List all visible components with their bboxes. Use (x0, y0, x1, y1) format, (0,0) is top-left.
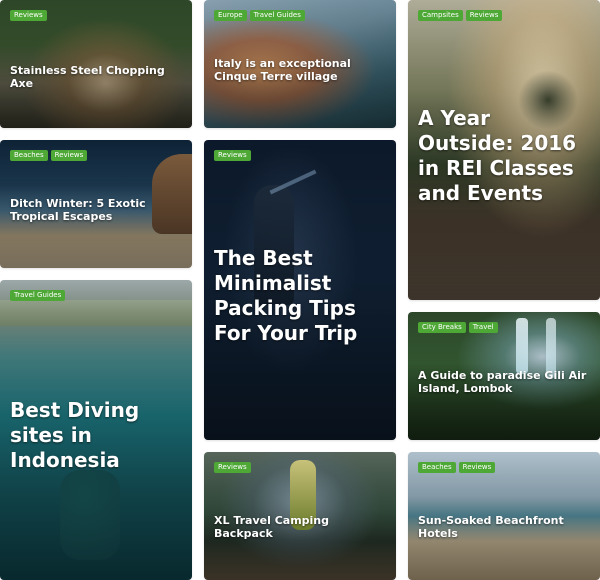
tag-reviews[interactable]: Reviews (50, 150, 88, 161)
tag-travel-guides[interactable]: Travel Guides (10, 290, 66, 301)
tag-city-breaks[interactable]: City Breaks (418, 322, 466, 333)
post-title[interactable]: Sun-Soaked Beachfront Hotels (418, 514, 590, 540)
tag-campsites[interactable]: Campsites (418, 10, 463, 21)
tag-reviews[interactable]: Reviews (465, 10, 503, 21)
tag-reviews[interactable]: Reviews (214, 462, 251, 473)
tag-beaches[interactable]: Beaches (418, 462, 456, 473)
tag-reviews[interactable]: Reviews (214, 150, 251, 161)
post-card-minimalist-packing[interactable]: Reviews The Best Minimalist Packing Tips… (204, 140, 396, 440)
post-title[interactable]: A Guide to paradise Gili Air Island, Lom… (418, 369, 590, 395)
tag-beaches[interactable]: Beaches (10, 150, 48, 161)
tag-travel-guides[interactable]: Travel Guides (249, 10, 305, 21)
post-card-year-outside-rei[interactable]: Campsites Reviews A Year Outside: 2016 i… (408, 0, 600, 300)
post-title[interactable]: Best Diving sites in Indonesia (10, 398, 182, 473)
post-title[interactable]: The Best Minimalist Packing Tips For You… (214, 246, 386, 346)
post-card-ditch-winter[interactable]: Beaches Reviews Ditch Winter: 5 Exotic T… (0, 140, 192, 268)
post-title[interactable]: Italy is an exceptional Cinque Terre vil… (214, 57, 386, 83)
post-card-chopping-axe[interactable]: Reviews Stainless Steel Chopping Axe (0, 0, 192, 128)
post-card-diving-indonesia[interactable]: Travel Guides Best Diving sites in Indon… (0, 280, 192, 580)
tag-reviews[interactable]: Reviews (458, 462, 496, 473)
post-card-italy-cinque-terre[interactable]: Europe Travel Guides Italy is an excepti… (204, 0, 396, 128)
post-card-gili-air[interactable]: City Breaks Travel A Guide to paradise G… (408, 312, 600, 440)
post-title[interactable]: Stainless Steel Chopping Axe (10, 64, 182, 90)
post-title[interactable]: Ditch Winter: 5 Exotic Tropical Escapes (10, 197, 182, 223)
tag-travel[interactable]: Travel (468, 322, 498, 333)
post-title[interactable]: A Year Outside: 2016 in REI Classes and … (418, 106, 590, 206)
tag-reviews[interactable]: Reviews (10, 10, 47, 21)
post-card-xl-backpack[interactable]: Reviews XL Travel Camping Backpack (204, 452, 396, 580)
tag-europe[interactable]: Europe (214, 10, 247, 21)
post-title[interactable]: XL Travel Camping Backpack (214, 514, 386, 540)
post-card-beachfront-hotels[interactable]: Beaches Reviews Sun-Soaked Beachfront Ho… (408, 452, 600, 580)
